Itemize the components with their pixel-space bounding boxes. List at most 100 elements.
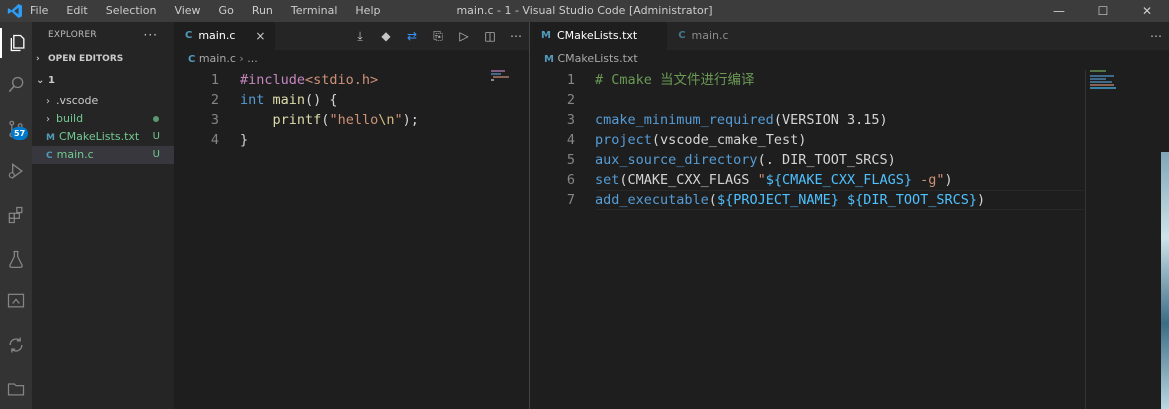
git-status-badge: U	[152, 131, 160, 142]
tab-main-c[interactable]: C main.c	[667, 22, 738, 50]
line-number: 2	[566, 92, 575, 108]
sync-icon[interactable]	[0, 330, 32, 360]
testing-icon[interactable]	[0, 244, 32, 274]
breadcrumb: M CMakeLists.txt	[530, 50, 1169, 70]
line-number: 4	[210, 132, 219, 148]
remote-explorer-icon[interactable]	[0, 286, 32, 316]
explorer-title: EXPLORER ···	[32, 22, 174, 48]
menu-view[interactable]: View	[174, 0, 208, 22]
explorer-icon[interactable]	[0, 28, 34, 58]
code-line: 2	[530, 90, 1169, 110]
search-icon[interactable]	[0, 70, 32, 100]
code-text: int main() {	[240, 92, 338, 108]
c-file-icon: C	[185, 30, 193, 41]
code-area-right[interactable]: 1 # Cmake 当文件进行编译 2 3 cmake_minimum_required…	[530, 70, 1169, 210]
breadcrumb-file[interactable]: main.c	[199, 52, 236, 65]
code-text: set(CMAKE_CXX_FLAGS "${CMAKE_CXX_FLAGS} …	[595, 172, 953, 188]
tree-item-label: build	[56, 112, 84, 125]
explorer-more-icon[interactable]: ···	[144, 22, 158, 48]
activity-bar: 57	[0, 22, 32, 409]
overview-ruler	[1085, 70, 1086, 409]
code-line: 3 printf("hello\n");	[174, 110, 529, 130]
folder-section[interactable]: ⌄ 1	[32, 70, 174, 92]
code-line: 6 set(CMAKE_CXX_FLAGS "${CMAKE_CXX_FLAGS}…	[530, 170, 1169, 190]
chevron-right-icon: ›	[46, 96, 50, 107]
menu-help[interactable]: Help	[355, 0, 388, 22]
editor-toolbar-right: ⋯	[1143, 22, 1169, 50]
menu-terminal[interactable]: Terminal	[291, 0, 346, 22]
code-line: 4 project(vscode_cmake_Test)	[530, 130, 1169, 150]
minimap-left[interactable]	[491, 70, 519, 81]
tree-item-label: .vscode	[56, 94, 99, 107]
cmake-file-icon: M	[541, 30, 551, 41]
code-line: 2 int main() {	[174, 90, 529, 110]
line-number: 3	[210, 112, 219, 128]
more-icon[interactable]: ⋯	[1143, 29, 1169, 43]
code-text: printf("hello\n");	[272, 112, 419, 128]
editor-toolbar: ⤓ ◆ ⇄ ⎘ ▷ ◫ ⋯	[347, 22, 529, 50]
file-type-icon: C	[46, 151, 53, 161]
vscode-icon[interactable]	[0, 0, 30, 22]
tree-item-main-c[interactable]: Cmain.c U	[32, 146, 174, 164]
explorer-sidebar: EXPLORER ··· › OPEN EDITORS ⌄ 1 › .vscode › b…	[32, 22, 174, 409]
download-icon[interactable]: ⤓	[347, 29, 373, 44]
run-debug-icon[interactable]	[0, 156, 32, 186]
more-icon[interactable]: ⋯	[503, 29, 529, 43]
line-number: 5	[566, 152, 575, 168]
open-editors-section[interactable]: › OPEN EDITORS	[32, 48, 174, 70]
code-text: # Cmake 当文件进行编译	[595, 72, 755, 88]
tab-bar-right: M CMakeLists.txt C main.c ⋯	[530, 22, 1169, 50]
c-file-icon: C	[188, 54, 196, 65]
explorer-title-label: EXPLORER	[48, 30, 97, 40]
open-editors-label: OPEN EDITORS	[48, 54, 124, 64]
tab-cmakelists[interactable]: M CMakeLists.txt	[530, 22, 668, 50]
code-area-left[interactable]: 1 #include<stdio.h> 2 int main() {3 printf(…	[174, 70, 529, 150]
code-text: }	[240, 132, 249, 148]
code-text: cmake_minimum_required(VERSION 3.15)	[595, 112, 888, 128]
editor-group-right: M CMakeLists.txt C main.c ⋯ M CMakeLists…	[530, 22, 1169, 409]
tree-item-label: main.c	[56, 148, 94, 161]
menu-run[interactable]: Run	[252, 0, 281, 22]
menu-edit[interactable]: Edit	[66, 0, 95, 22]
line-number: 7	[566, 192, 575, 208]
file-type-icon: M	[46, 133, 55, 143]
folder-label: 1	[48, 75, 55, 86]
folder-icon[interactable]	[0, 374, 32, 404]
breadcrumb-symbol[interactable]: ...	[247, 52, 258, 65]
breadcrumb: C main.c › ...	[188, 52, 258, 65]
close-tab-icon[interactable]: ×	[255, 22, 265, 50]
code-text: aux_source_directory(. DIR_TOOT_SRCS)	[595, 152, 896, 168]
close-icon[interactable]: ✕	[1125, 0, 1169, 22]
copy-icon[interactable]: ⎘	[425, 29, 451, 44]
desktop-background-edge	[1161, 152, 1169, 409]
run-icon[interactable]: ▷	[451, 29, 477, 43]
breadcrumb-file[interactable]: CMakeLists.txt	[557, 52, 637, 65]
line-number: 2	[210, 92, 219, 108]
code-line: 3 cmake_minimum_required(VERSION 3.15)	[530, 110, 1169, 130]
code-line: 1 # Cmake 当文件进行编译	[530, 70, 1169, 90]
code-text: #include<stdio.h>	[240, 72, 379, 88]
line-number: 3	[566, 112, 575, 128]
tab-label: main.c	[198, 29, 236, 42]
menu-file[interactable]: File	[30, 0, 56, 22]
split-editor-icon[interactable]: ◫	[477, 29, 503, 43]
minimize-icon[interactable]: —	[1037, 0, 1081, 22]
modified-dot-icon	[153, 116, 159, 122]
maximize-icon[interactable]: ☐	[1081, 0, 1125, 22]
minimap-right[interactable]	[1090, 70, 1118, 89]
tree-item-vscode[interactable]: › .vscode	[32, 92, 174, 110]
git-diamond-icon[interactable]: ◆	[373, 29, 399, 43]
tree-item-cmakelists-txt[interactable]: M CMakeLists.txt U	[32, 128, 174, 146]
code-line: 5 aux_source_directory(. DIR_TOOT_SRCS)	[530, 150, 1169, 170]
compare-icon[interactable]: ⇄	[399, 29, 425, 43]
line-number: 6	[566, 172, 575, 188]
menu-go[interactable]: Go	[219, 0, 242, 22]
tree-item-build[interactable]: › build	[32, 110, 174, 128]
scm-badge: 57	[11, 127, 29, 140]
menu-selection[interactable]: Selection	[106, 0, 165, 22]
tab-bar-left: C main.c × ⤓ ◆ ⇄ ⎘ ▷ ◫ ⋯	[174, 22, 529, 50]
tab-label: CMakeLists.txt	[556, 29, 638, 42]
tab-main-c[interactable]: C main.c ×	[174, 22, 276, 50]
current-line-highlight	[596, 190, 1084, 210]
extensions-icon[interactable]	[0, 200, 32, 230]
